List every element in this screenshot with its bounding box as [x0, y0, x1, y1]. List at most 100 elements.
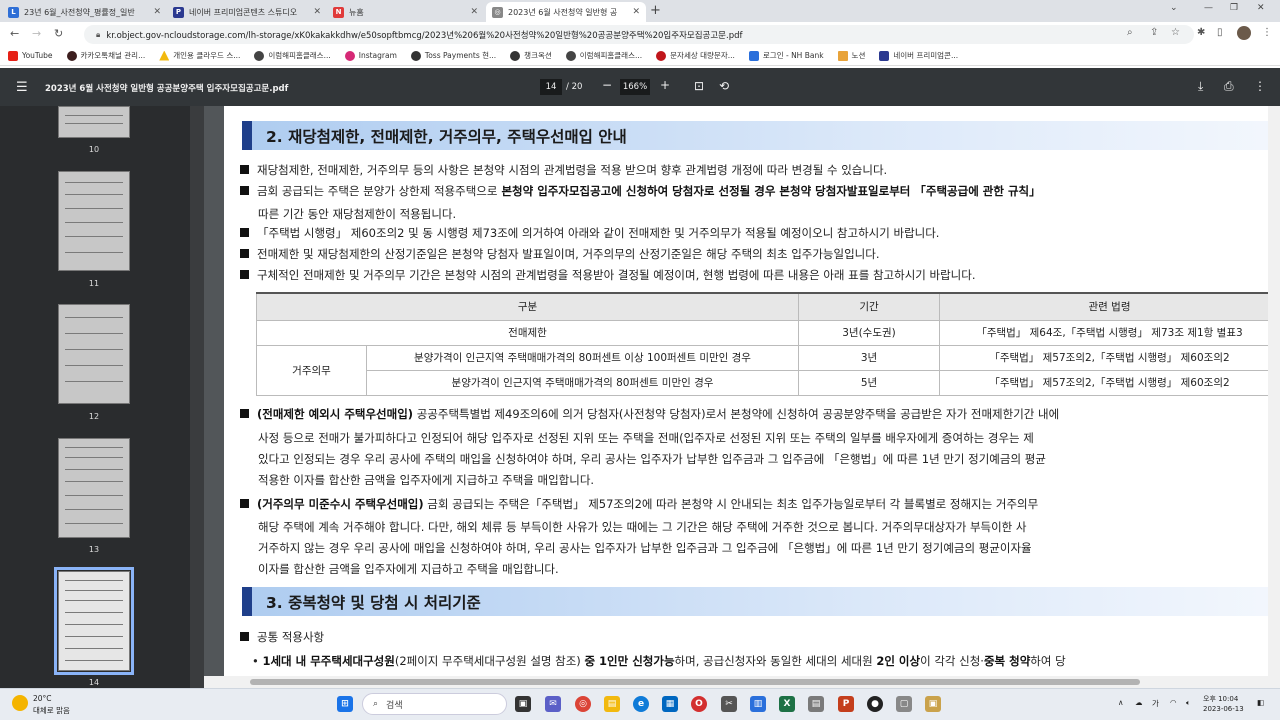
- bookmark-nhbank[interactable]: 로그인 - NH Bank: [748, 50, 824, 61]
- more-kebab-icon[interactable]: ⋮: [1254, 79, 1266, 93]
- tab-search-chevron-icon[interactable]: ⌄: [1170, 3, 1178, 13]
- reload-icon[interactable]: ↻: [54, 27, 63, 40]
- network-icon[interactable]: ☁: [1135, 698, 1143, 707]
- bookmark-toss[interactable]: Toss Payments 현...: [410, 50, 496, 61]
- star-icon[interactable]: ☆: [1171, 27, 1180, 38]
- page-thumbnail-10[interactable]: [58, 106, 130, 138]
- tab-title: 뉴홈: [349, 7, 364, 17]
- weather-sun-icon[interactable]: [12, 695, 28, 711]
- bookmark-youtube[interactable]: YouTube: [8, 50, 53, 61]
- file-explorer-icon[interactable]: ▤: [604, 696, 620, 712]
- task-view-icon[interactable]: ▣: [515, 696, 531, 712]
- bookmark-auction[interactable]: 챙크옥션: [510, 50, 552, 61]
- notification-icon[interactable]: ◧: [1257, 698, 1264, 707]
- notepad-icon[interactable]: ▤: [808, 696, 824, 712]
- new-tab-plus-icon[interactable]: +: [650, 3, 661, 18]
- powerpoint-icon[interactable]: P: [838, 696, 854, 712]
- clock-time[interactable]: 오후 10:04: [1203, 694, 1238, 704]
- bullet-square-icon: [240, 186, 249, 195]
- page-thumbnail-11[interactable]: [58, 171, 130, 271]
- paragraph-continuation: 있다고 인정되는 경우 우리 공사에 주택의 매입을 신청하여야 하며, 우리 …: [258, 452, 1046, 466]
- bookmark-happyhome[interactable]: 이럼해피홈클래스...: [254, 50, 331, 61]
- pdf-title: 2023년 6월 사전청약 일반형 공공분양주택 입주자모집공고문.pdf: [45, 84, 289, 94]
- vertical-scrollbar[interactable]: [1268, 106, 1280, 676]
- bookmark-instagram[interactable]: Instagram: [344, 50, 397, 61]
- tab-title: 2023년 6월 사전청약 일반형 공: [508, 7, 618, 17]
- rotate-icon[interactable]: ⟲: [719, 79, 729, 93]
- bookmark-naver-premium[interactable]: 네이버 프리미엄콘...: [879, 50, 958, 61]
- weather-temp: 20°C: [33, 694, 52, 703]
- address-bar[interactable]: 🔒︎ kr.object.gov-ncloudstorage.com/lh-st…: [84, 25, 1194, 44]
- search-icon: ⌕: [373, 699, 379, 709]
- download-icon[interactable]: ⤓: [1198, 79, 1203, 94]
- windows-start-icon[interactable]: ⊞: [337, 696, 353, 712]
- bookmark-sms[interactable]: 문자세상 대량문자...: [656, 50, 735, 61]
- app-icon[interactable]: ●: [867, 696, 883, 712]
- back-arrow-icon[interactable]: ←: [10, 27, 19, 40]
- tab-3[interactable]: N 뉴홈 ✕: [327, 2, 484, 22]
- restore-icon[interactable]: ❐: [1230, 3, 1238, 13]
- thumbnail-label: 10: [88, 145, 100, 154]
- bookmark-kakao[interactable]: 카카오톡채널 관리...: [66, 50, 145, 61]
- volume-icon[interactable]: 🔈︎: [1186, 698, 1191, 708]
- sidebar-scrollbar[interactable]: [190, 106, 204, 688]
- excel-icon[interactable]: X: [779, 696, 795, 712]
- sidepanel-icon[interactable]: ▯: [1217, 27, 1223, 38]
- tab-2[interactable]: P 네이버 프리미엄콘텐츠 스튜디오 ✕: [167, 2, 327, 22]
- app-icon[interactable]: ▢: [896, 696, 912, 712]
- page-thumbnail-13[interactable]: [58, 438, 130, 538]
- opera-icon[interactable]: O: [691, 696, 707, 712]
- close-window-icon[interactable]: ✕: [1257, 3, 1265, 13]
- menu-kebab-icon[interactable]: ⋮: [1262, 27, 1272, 38]
- edge-icon[interactable]: e: [633, 696, 649, 712]
- wifi-icon[interactable]: ◠: [1170, 698, 1177, 707]
- close-icon[interactable]: ✕: [153, 7, 161, 17]
- tab-4-active[interactable]: ◎ 2023년 6월 사전청약 일반형 공 ✕: [486, 2, 646, 22]
- print-icon[interactable]: ⎙: [1224, 79, 1234, 94]
- zoom-in-icon[interactable]: +: [660, 78, 670, 92]
- bullet-square-icon: [240, 270, 249, 279]
- pdf-toolbar: ☰ 2023년 6월 사전청약 일반형 공공분양주택 입주자모집공고문.pdf …: [0, 68, 1280, 106]
- section-3-heading: 3. 중복청약 및 당첨 시 처리기준: [242, 587, 1280, 616]
- close-icon[interactable]: ✕: [313, 7, 321, 17]
- calculator-icon[interactable]: ▥: [750, 696, 766, 712]
- fit-page-icon[interactable]: ⊡: [694, 79, 704, 93]
- paragraph: 전매제한 및 재당첨제한의 산정기준일은 본청약 당첨자 발표일이며, 거주의무…: [240, 244, 880, 265]
- tab-1[interactable]: L 23년 6월_사전청약_평률정_일반 ✕: [2, 2, 167, 22]
- minimize-icon[interactable]: —: [1204, 3, 1213, 13]
- tab-favicon-icon: P: [173, 6, 184, 18]
- bookmark-cloud[interactable]: 개인용 클라우드 스...: [159, 50, 240, 61]
- bookmark-notion[interactable]: 노션: [837, 50, 865, 61]
- paragraph-residence-noncompliance: (거주의무 미준수시 주택우선매입) 금회 공급되는 주택은「주택법」 제57조…: [240, 494, 1038, 515]
- app-icon[interactable]: ▣: [925, 696, 941, 712]
- tab-favicon-icon: N: [333, 6, 344, 18]
- page-number-input[interactable]: 14: [540, 79, 562, 95]
- page-thumbnail-12[interactable]: [58, 304, 130, 404]
- hamburger-menu-icon[interactable]: ☰: [16, 80, 28, 95]
- taskbar-search[interactable]: ⌕ 검색: [362, 693, 507, 715]
- share-icon[interactable]: ⇪: [1150, 27, 1158, 38]
- store-icon[interactable]: ▦: [662, 696, 678, 712]
- chrome-icon[interactable]: ◎: [575, 696, 591, 712]
- close-icon[interactable]: ✕: [632, 7, 640, 17]
- profile-avatar[interactable]: [1237, 26, 1251, 40]
- clock-date[interactable]: 2023-06-13: [1203, 705, 1244, 713]
- tray-chevron-icon[interactable]: ∧: [1118, 698, 1124, 707]
- page-thumbnail-14-selected[interactable]: [54, 567, 134, 675]
- bookmark-happyhome-2[interactable]: 이럼해피홈클래스...: [565, 50, 642, 61]
- zoom-out-icon[interactable]: −: [602, 78, 612, 92]
- forward-arrow-icon[interactable]: →: [32, 27, 41, 40]
- close-icon[interactable]: ✕: [470, 7, 478, 17]
- ime-indicator[interactable]: 가: [1152, 698, 1159, 709]
- chat-icon[interactable]: ✉: [545, 696, 561, 712]
- extensions-icon[interactable]: ✱: [1197, 27, 1205, 38]
- bookmarks-bar: YouTube 카카오톡채널 관리... 개인용 클라우드 스... 이럼해피홈…: [0, 46, 1280, 66]
- zoom-level-input[interactable]: 166%: [620, 79, 650, 95]
- zoom-icon[interactable]: ⌕: [1127, 27, 1133, 38]
- paragraph-continuation: 해당 주택에 계속 거주해야 합니다. 다만, 해외 체류 등 부득이한 사유가…: [258, 520, 1027, 534]
- snipping-icon[interactable]: ✂: [721, 696, 737, 712]
- bullet-item: • 1세대 내 무주택세대구성원(2페이지 무주택세대구성원 설명 참조) 중 …: [252, 654, 1066, 668]
- paragraph-presale-exception: (전매제한 예외시 주택우선매입) 공공주택특별법 제49조의6에 의거 당첨자…: [240, 404, 1059, 425]
- horizontal-scroll-thumb[interactable]: [250, 679, 1140, 685]
- tab-title: 23년 6월_사전청약_평률정_일반: [24, 7, 135, 17]
